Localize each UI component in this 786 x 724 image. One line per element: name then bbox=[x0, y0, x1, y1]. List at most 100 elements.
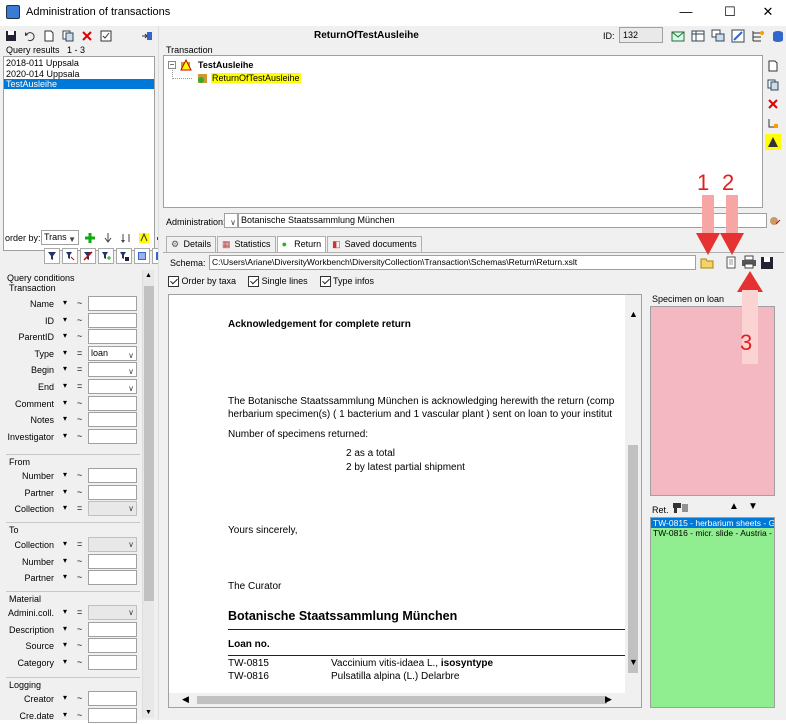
administration-dropdown[interactable]: ∨ bbox=[224, 213, 238, 228]
condition-select[interactable]: ∨ bbox=[88, 605, 137, 620]
undo-icon[interactable] bbox=[22, 28, 38, 44]
condition-input[interactable] bbox=[88, 468, 137, 483]
tab-saved-documents[interactable]: ◧ Saved documents bbox=[327, 236, 422, 252]
save-icon[interactable] bbox=[3, 28, 19, 44]
operator-dropdown-icon[interactable]: ▾ bbox=[63, 556, 67, 565]
list-item[interactable]: TW-0816 - micr. slide - Austria - bbox=[651, 528, 774, 538]
open-folder-icon[interactable] bbox=[700, 256, 714, 270]
list-item-selected[interactable]: TW-0815 - herbarium sheets - G bbox=[651, 518, 774, 528]
windows-icon[interactable] bbox=[710, 28, 726, 44]
print-icon[interactable] bbox=[741, 255, 757, 269]
delete-icon[interactable] bbox=[79, 28, 95, 44]
condition-input[interactable] bbox=[88, 428, 137, 444]
list-item[interactable]: 2018-011 Uppsala bbox=[4, 57, 154, 69]
filter-icon[interactable] bbox=[44, 248, 60, 264]
operator-dropdown-icon[interactable]: ▾ bbox=[63, 710, 67, 719]
operator-dropdown-icon[interactable]: ▾ bbox=[63, 348, 67, 357]
new-icon[interactable] bbox=[41, 28, 57, 44]
query-results-list[interactable]: 2018-011 Uppsala 2020-014 Uppsala TestAu… bbox=[3, 56, 155, 251]
plus-icon[interactable] bbox=[82, 230, 98, 246]
scroll-up-icon[interactable]: ▲ bbox=[629, 309, 638, 319]
copy-document-icon[interactable] bbox=[765, 77, 781, 93]
filter-clear-icon[interactable] bbox=[80, 248, 96, 264]
type-infos-checkbox[interactable]: Type infos bbox=[319, 276, 374, 288]
condition-input[interactable] bbox=[88, 312, 137, 328]
import-icon[interactable] bbox=[139, 28, 155, 44]
operator-dropdown-icon[interactable]: ▾ bbox=[63, 431, 67, 440]
tree-child-label[interactable]: ReturnOfTestAusleihe bbox=[211, 73, 301, 83]
move-down-icon[interactable] bbox=[100, 230, 116, 246]
document-viewer[interactable]: Acknowledgement for complete return The … bbox=[168, 294, 642, 708]
operator-dropdown-icon[interactable]: ▾ bbox=[63, 470, 67, 479]
hierarchy-icon[interactable] bbox=[750, 28, 766, 44]
operator-dropdown-icon[interactable]: ▾ bbox=[63, 624, 67, 633]
scroll-up-icon[interactable]: ▲ bbox=[145, 272, 152, 279]
condition-input[interactable] bbox=[88, 395, 137, 411]
order-by-select[interactable]: Trans ▼ bbox=[41, 230, 79, 245]
scroll-thumb[interactable] bbox=[144, 286, 154, 601]
checkbox-icon[interactable] bbox=[98, 28, 114, 44]
collapse-icon[interactable]: − bbox=[168, 61, 176, 69]
edit-icon[interactable] bbox=[730, 28, 746, 44]
operator-dropdown-icon[interactable]: ▾ bbox=[63, 298, 67, 307]
condition-select[interactable]: ∨ bbox=[88, 537, 137, 552]
returned-specimen-list[interactable]: TW-0815 - herbarium sheets - G TW-0816 -… bbox=[650, 517, 775, 708]
new-document-icon[interactable] bbox=[765, 58, 781, 74]
operator-dropdown-icon[interactable]: ▾ bbox=[63, 693, 67, 702]
table-icon[interactable] bbox=[690, 28, 706, 44]
condition-input[interactable] bbox=[88, 707, 137, 723]
condition-input[interactable] bbox=[88, 691, 137, 706]
scroll-left-icon[interactable]: ◀ bbox=[182, 694, 189, 705]
condition-input[interactable] bbox=[88, 296, 137, 311]
condition-input[interactable] bbox=[88, 638, 137, 654]
operator-dropdown-icon[interactable]: ▾ bbox=[63, 381, 67, 390]
operator-dropdown-icon[interactable]: ▾ bbox=[63, 414, 67, 423]
scroll-right-icon[interactable]: ▶ bbox=[605, 694, 612, 705]
close-button[interactable]: ✕ bbox=[748, 0, 786, 26]
sort-icon[interactable] bbox=[118, 230, 134, 246]
condition-input[interactable] bbox=[88, 329, 137, 345]
maximize-button[interactable]: ☐ bbox=[710, 0, 750, 26]
single-lines-checkbox[interactable]: Single lines bbox=[248, 276, 308, 288]
administration-field[interactable]: Botanische Staatssammlung München bbox=[238, 213, 767, 228]
condition-select[interactable]: loan ∨ bbox=[88, 345, 137, 361]
condition-input[interactable] bbox=[88, 654, 137, 670]
scroll-down-icon[interactable]: ▼ bbox=[145, 709, 152, 716]
doc-hscrollbar[interactable]: ◀ ▶ bbox=[169, 693, 641, 707]
copy-icon[interactable] bbox=[60, 28, 76, 44]
operator-dropdown-icon[interactable]: ▾ bbox=[63, 315, 67, 324]
doc-hscroll-thumb[interactable] bbox=[197, 696, 607, 704]
conditions-scrollbar[interactable]: ▲ ▼ bbox=[142, 270, 154, 718]
list-item-selected[interactable]: TestAusleihe bbox=[4, 79, 154, 89]
minimize-button[interactable]: — bbox=[666, 0, 706, 26]
link-icon[interactable] bbox=[769, 215, 781, 227]
operator-dropdown-icon[interactable]: ▾ bbox=[63, 539, 67, 548]
condition-input[interactable] bbox=[88, 412, 137, 428]
save-document-icon[interactable] bbox=[760, 256, 774, 270]
operator-dropdown-icon[interactable]: ▾ bbox=[63, 640, 67, 649]
move-down-icon[interactable]: ▼ bbox=[748, 501, 758, 512]
operator-dropdown-icon[interactable]: ▾ bbox=[63, 487, 67, 496]
parent-icon[interactable] bbox=[765, 115, 781, 131]
tab-return[interactable]: ● Return bbox=[276, 236, 327, 252]
condition-select[interactable]: ∨ bbox=[88, 501, 137, 517]
tree-root-label[interactable]: TestAusleihe bbox=[198, 60, 253, 70]
filter-add-icon[interactable] bbox=[98, 248, 114, 264]
transaction-tree[interactable]: − TestAusleihe ReturnOfTestAusleihe bbox=[163, 55, 763, 208]
schema-path-field[interactable]: C:\Users\Ariane\DiversityWorkbench\Diver… bbox=[209, 255, 696, 270]
mail-icon[interactable] bbox=[670, 28, 686, 44]
doc-vscrollbar[interactable]: ▲ ▼ bbox=[625, 295, 641, 693]
condition-select[interactable]: ∨ bbox=[88, 362, 137, 378]
warning-icon[interactable] bbox=[765, 134, 781, 150]
tab-statistics[interactable]: ▦ Statistics bbox=[217, 236, 276, 252]
filter-save-icon[interactable] bbox=[116, 248, 132, 264]
barcode-scanner-icon[interactable] bbox=[672, 500, 690, 514]
highlight-icon[interactable] bbox=[136, 230, 152, 246]
operator-dropdown-icon[interactable]: ▾ bbox=[63, 398, 67, 407]
database-icon[interactable] bbox=[770, 28, 786, 44]
condition-select[interactable]: ∨ bbox=[88, 379, 137, 394]
operator-dropdown-icon[interactable]: ▾ bbox=[63, 657, 67, 666]
operator-dropdown-icon[interactable]: ▾ bbox=[63, 503, 67, 512]
scroll-down-icon[interactable]: ▼ bbox=[629, 657, 638, 667]
tab-details[interactable]: ⚙ Details bbox=[166, 236, 217, 252]
